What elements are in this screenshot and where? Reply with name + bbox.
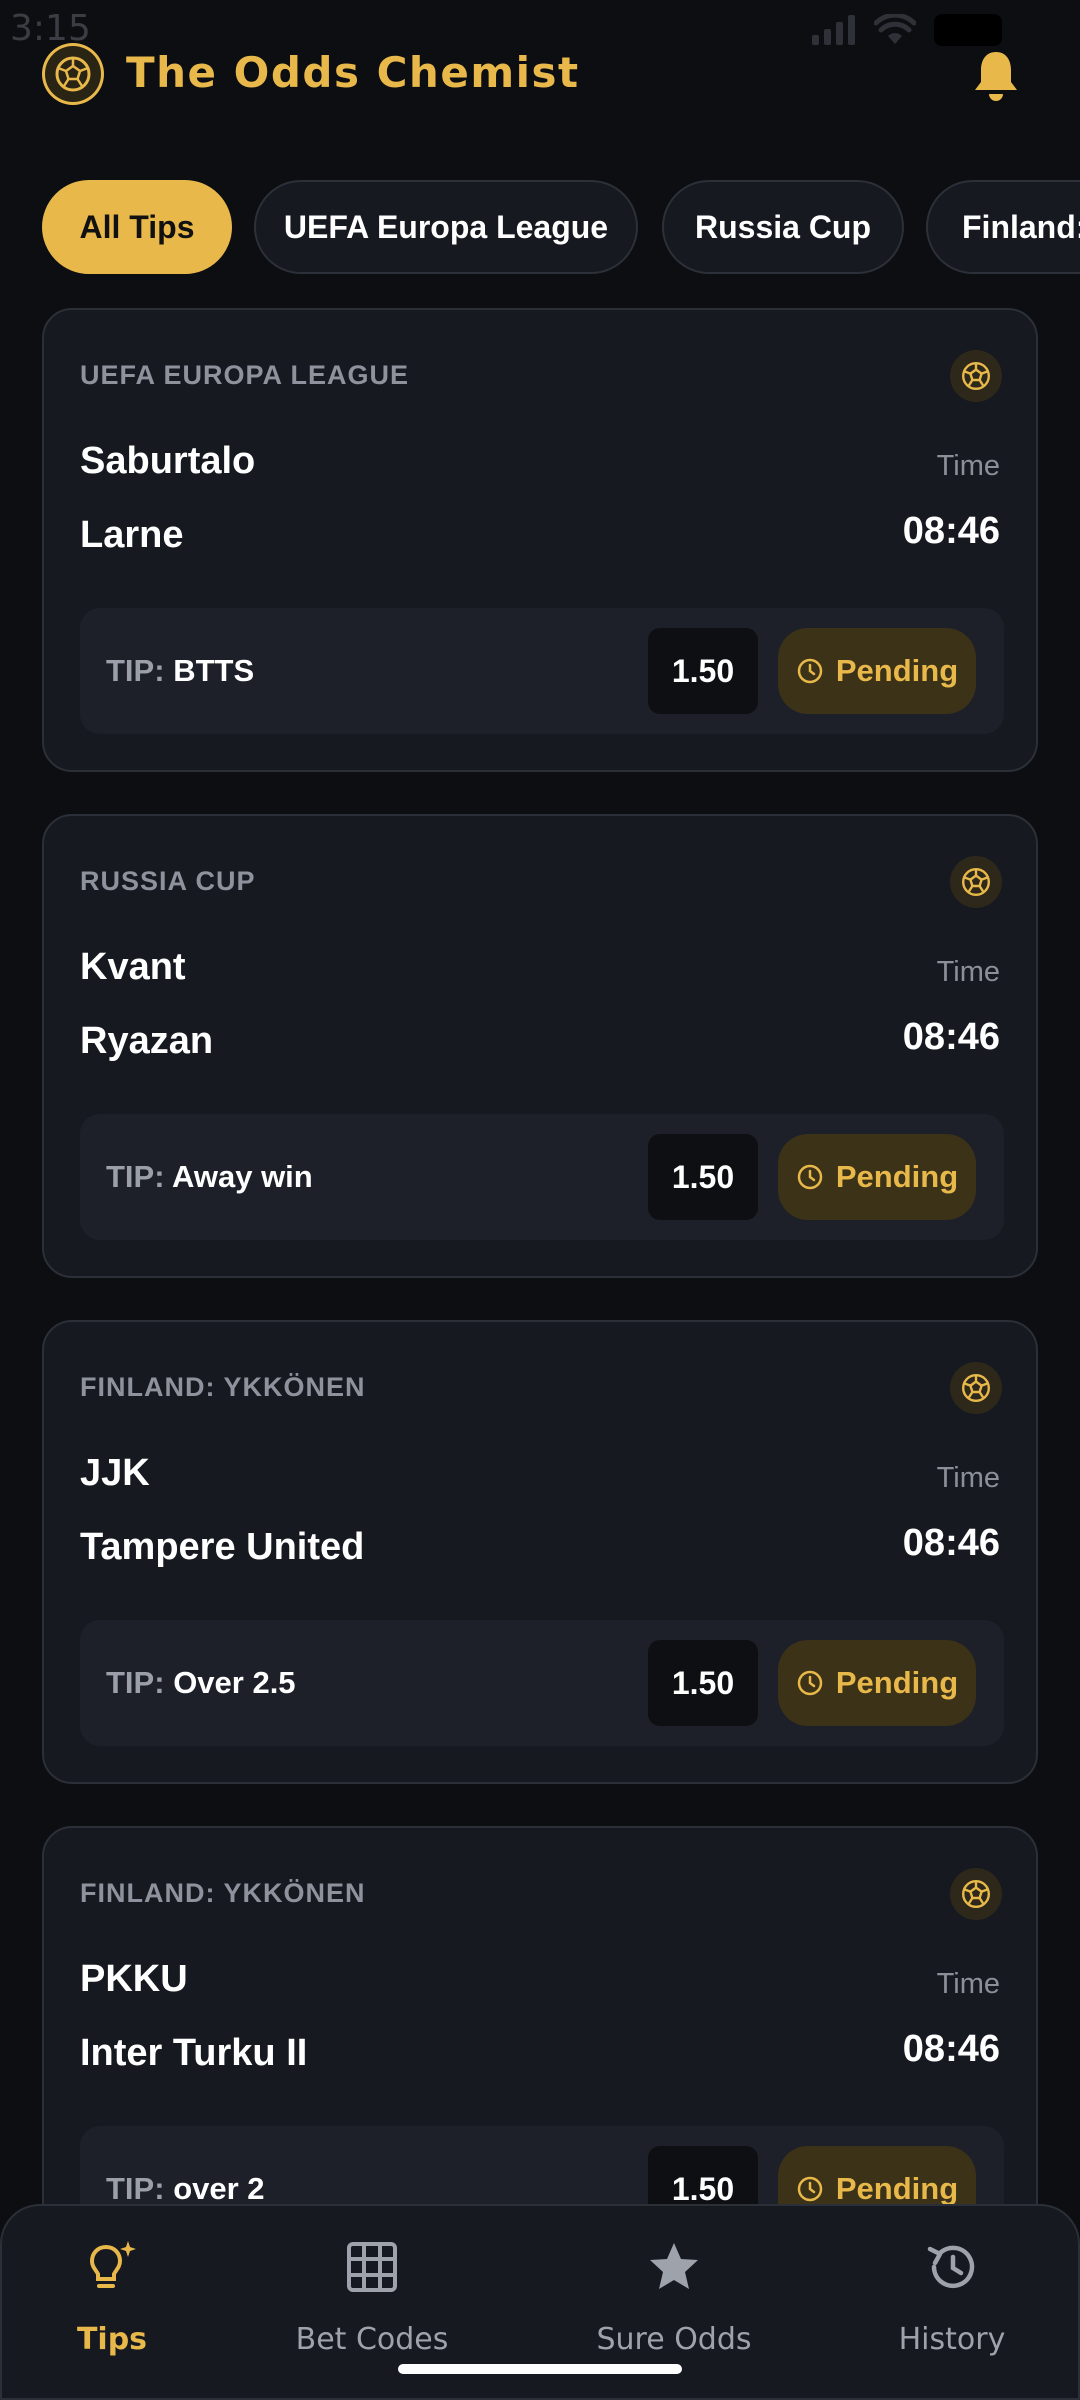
nav-item-tips[interactable]: Tips bbox=[0, 2232, 232, 2362]
soccer-ball-icon bbox=[950, 1868, 1002, 1920]
home-team: Saburtalo bbox=[80, 440, 256, 482]
soccer-ball-icon bbox=[950, 856, 1002, 908]
chip-label: All Tips bbox=[79, 208, 195, 245]
status-label: Pending bbox=[835, 1159, 959, 1194]
tip-row: TIP: BTTS 1.50 Pending bbox=[80, 608, 1004, 734]
status-badge: Pending bbox=[778, 1640, 976, 1726]
nav-item-bet-codes[interactable]: Bet Codes bbox=[252, 2232, 492, 2362]
tip-prefix: TIP: bbox=[106, 653, 165, 688]
filter-chip-russia-cup[interactable]: Russia Cup bbox=[662, 180, 904, 274]
soccer-ball-icon bbox=[950, 1362, 1002, 1414]
match-time: 08:46 bbox=[902, 1522, 1000, 1564]
odds-value: 1.50 bbox=[648, 628, 758, 714]
time-label: Time bbox=[936, 450, 1000, 482]
tip-prefix: TIP: bbox=[106, 2171, 165, 2206]
tip-row: TIP: Away win 1.50 Pending bbox=[80, 1114, 1004, 1240]
nav-item-sure-odds[interactable]: Sure Odds bbox=[554, 2232, 794, 2362]
history-icon bbox=[922, 2232, 982, 2302]
app-title: The Odds Chemist bbox=[126, 48, 580, 97]
app-header: The Odds Chemist bbox=[0, 38, 1080, 110]
tip-card[interactable]: FINLAND: YKKÖNEN JJK Tampere United Time… bbox=[42, 1320, 1038, 1784]
league-name: UEFA EUROPA LEAGUE bbox=[80, 360, 410, 390]
clock-icon bbox=[797, 1164, 823, 1190]
home-team: PKKU bbox=[80, 1958, 188, 2000]
nav-label: History bbox=[898, 2322, 1006, 2357]
league-name: FINLAND: YKKÖNEN bbox=[80, 1878, 366, 1908]
away-team: Tampere United bbox=[80, 1526, 365, 1568]
filter-chip-uefa-europa-league[interactable]: UEFA Europa League bbox=[254, 180, 638, 274]
nav-label: Sure Odds bbox=[596, 2322, 752, 2357]
tip-text: TIP: over 2 bbox=[106, 2171, 265, 2207]
tip-value: over 2 bbox=[173, 2171, 265, 2206]
chip-label: Russia Cup bbox=[694, 208, 872, 245]
soccer-ball-icon bbox=[950, 350, 1002, 402]
match-time: 08:46 bbox=[902, 1016, 1000, 1058]
tip-prefix: TIP: bbox=[106, 1665, 165, 1700]
star-icon bbox=[646, 2232, 702, 2302]
chip-label: UEFA Europa League bbox=[283, 208, 609, 245]
soccer-ball-icon bbox=[42, 43, 104, 105]
lightbulb-icon bbox=[82, 2232, 142, 2302]
status-label: Pending bbox=[835, 2171, 959, 2206]
away-team: Larne bbox=[80, 514, 184, 556]
nav-label: Bet Codes bbox=[295, 2322, 449, 2357]
nav-item-history[interactable]: History bbox=[832, 2232, 1072, 2362]
filter-chips: All Tips UEFA Europa League Russia Cup F… bbox=[0, 180, 1080, 276]
grid-icon bbox=[345, 2232, 399, 2302]
bell-icon[interactable] bbox=[970, 48, 1022, 102]
nav-label: Tips bbox=[76, 2322, 148, 2357]
clock-icon bbox=[797, 1670, 823, 1696]
status-badge: Pending bbox=[778, 628, 976, 714]
away-team: Inter Turku II bbox=[80, 2032, 308, 2074]
status-label: Pending bbox=[835, 1665, 959, 1700]
filter-chip-finland[interactable]: Finland: bbox=[926, 180, 1080, 274]
match-time: 08:46 bbox=[902, 510, 1000, 552]
time-label: Time bbox=[936, 1462, 1000, 1494]
tip-text: TIP: Over 2.5 bbox=[106, 1665, 296, 1701]
match-time: 08:46 bbox=[902, 2028, 1000, 2070]
away-team: Ryazan bbox=[80, 1020, 214, 1062]
tip-card[interactable]: UEFA EUROPA LEAGUE Saburtalo Larne Time … bbox=[42, 308, 1038, 772]
status-badge: Pending bbox=[778, 1134, 976, 1220]
tip-value: BTTS bbox=[173, 653, 255, 688]
tip-prefix: TIP: bbox=[106, 1159, 165, 1194]
home-indicator bbox=[398, 2364, 682, 2374]
tip-value: Away win bbox=[172, 1159, 313, 1194]
time-label: Time bbox=[936, 956, 1000, 988]
clock-icon bbox=[797, 658, 823, 684]
tip-value: Over 2.5 bbox=[173, 1665, 296, 1700]
clock-icon bbox=[797, 2176, 823, 2202]
tip-text: TIP: BTTS bbox=[106, 653, 254, 689]
tip-text: TIP: Away win bbox=[106, 1159, 313, 1195]
odds-value: 1.50 bbox=[648, 1134, 758, 1220]
tip-row: TIP: Over 2.5 1.50 Pending bbox=[80, 1620, 1004, 1746]
league-name: FINLAND: YKKÖNEN bbox=[80, 1372, 366, 1402]
filter-chip-all-tips[interactable]: All Tips bbox=[42, 180, 232, 274]
tip-card[interactable]: RUSSIA CUP Kvant Ryazan Time 08:46 TIP: … bbox=[42, 814, 1038, 1278]
home-team: Kvant bbox=[80, 946, 186, 988]
home-team: JJK bbox=[80, 1452, 150, 1494]
chip-label: Finland: bbox=[962, 208, 1080, 245]
league-name: RUSSIA CUP bbox=[80, 866, 256, 896]
odds-value: 1.50 bbox=[648, 1640, 758, 1726]
time-label: Time bbox=[936, 1968, 1000, 2000]
status-label: Pending bbox=[835, 653, 959, 688]
